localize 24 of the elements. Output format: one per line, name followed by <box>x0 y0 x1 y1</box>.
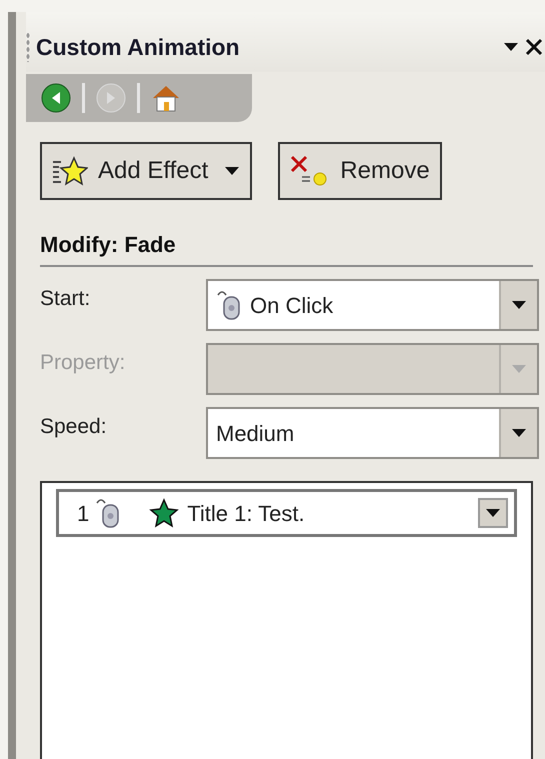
caret-icon <box>485 508 501 518</box>
caret-icon <box>511 300 527 310</box>
mouse-icon <box>216 289 242 321</box>
dropdown-field[interactable]: Medium <box>206 407 539 459</box>
field-label: Speed: <box>40 414 108 440</box>
field-label: Property: <box>40 350 126 376</box>
pane-title: Custom Animation <box>36 32 241 62</box>
add-effect-button[interactable]: Add Effect <box>40 142 252 200</box>
effect-title: Title 1: Test. <box>187 500 306 528</box>
field-label: Start: <box>40 286 92 312</box>
caret-icon <box>511 364 527 374</box>
section-heading: Modify: Fade <box>40 228 533 267</box>
effect-item[interactable]: 1 Title 1: Test. <box>56 489 517 537</box>
mouse-icon <box>95 497 122 529</box>
grip-handle[interactable] <box>26 32 30 62</box>
back-icon[interactable] <box>40 82 72 114</box>
caret-icon <box>224 166 240 176</box>
dropdown-field[interactable]: On Click <box>206 279 539 331</box>
star-icon <box>147 496 182 530</box>
caret-icon <box>511 428 527 438</box>
effect-number: 1 <box>77 500 90 528</box>
star-icon <box>52 156 88 186</box>
dropdown-button[interactable] <box>478 498 508 528</box>
remove-button[interactable]: Remove <box>278 142 442 200</box>
